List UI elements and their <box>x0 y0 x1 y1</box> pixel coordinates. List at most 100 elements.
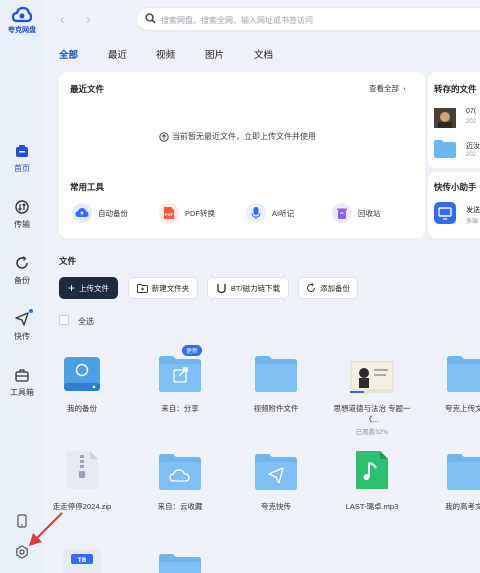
annotation-arrow-icon <box>29 512 63 546</box>
view-all-link[interactable]: 查看全部 › <box>369 83 406 94</box>
saved-item-2-date: 202 <box>466 152 477 158</box>
file-name: 走走停停2024.zip <box>52 502 112 511</box>
plus-icon: + <box>67 281 75 295</box>
upload-button[interactable]: + 上传文件 <box>59 277 118 299</box>
video-thumbnail[interactable] <box>434 108 456 128</box>
file-item[interactable] <box>158 553 202 573</box>
video-thumbnail-icon <box>327 349 417 393</box>
file-name: 我的备份 <box>67 404 97 413</box>
file-name: 我的高考文 <box>445 502 480 511</box>
folder-icon <box>423 447 480 491</box>
tool-auto-backup[interactable]: 自动备份 <box>72 203 128 223</box>
nav-quick-share-label: 快传 <box>14 332 30 341</box>
saved-files-card: 转存的文件 07( 202 迈汝 202 <box>428 72 480 168</box>
home-icon <box>14 143 30 159</box>
search-icon <box>145 13 156 24</box>
svg-text:PDF: PDF <box>165 212 174 217</box>
file-item[interactable]: LAST-璐卓.mp3 <box>327 447 417 512</box>
microphone-icon <box>246 203 266 223</box>
tool-recycle-bin[interactable]: 回收站 <box>332 203 381 223</box>
file-item[interactable]: 来自：云收藏 <box>135 447 225 512</box>
new-folder-icon <box>136 283 148 293</box>
cloud-folder-icon <box>135 447 225 491</box>
add-backup-button[interactable]: 添加备份 <box>298 277 358 299</box>
quick-share-helper-card: 快传小助手 发送 多端 <box>428 172 480 238</box>
auto-backup-icon <box>72 203 92 223</box>
nav-backup[interactable]: 备份 <box>0 255 44 286</box>
saved-files-title: 转存的文件 <box>434 84 477 94</box>
file-name: 夸克快传 <box>261 502 291 511</box>
file-item[interactable]: 思想道德与法治 专题一《... 已观看32% <box>327 349 417 436</box>
saved-item-2-name: 迈汝 <box>466 143 480 150</box>
select-all-label: 全选 <box>78 317 94 326</box>
file-name: 思想道德与法治 专题一《... <box>333 404 411 424</box>
file-item[interactable]: 走走停停2024.zip <box>37 447 127 512</box>
file-item[interactable]: 视频附件文件 <box>231 349 321 414</box>
toolbox-icon <box>14 367 30 383</box>
nav-backup-label: 备份 <box>14 276 30 285</box>
nav-home[interactable]: 首页 <box>0 143 44 174</box>
files-title: 文件 <box>59 256 77 266</box>
backup-drive-icon <box>37 349 127 393</box>
search-placeholder: 搜索网盘、搜索全网、输入网址或书签访问 <box>161 16 313 25</box>
file-item[interactable]: 夸克上传文 <box>423 349 480 414</box>
recent-title: 最近文件 <box>70 84 105 94</box>
app-logo[interactable]: 夸克网盘 <box>4 6 40 35</box>
nav-transfer-label: 传输 <box>14 220 30 229</box>
notification-dot <box>29 309 33 313</box>
saved-item-1-name: 07( <box>466 108 477 115</box>
image-file-icon: TB <box>63 549 101 573</box>
tab-video[interactable]: 视频 <box>156 47 175 61</box>
bt-magnet-download-button[interactable]: BT/磁力链下载 <box>207 277 289 299</box>
file-item[interactable]: 更新 来自：分享 <box>135 345 225 414</box>
magnet-icon <box>217 283 226 293</box>
forward-arrow-icon[interactable]: › <box>86 11 91 27</box>
file-item[interactable]: TB <box>62 548 102 573</box>
file-item[interactable]: 夸克快传 <box>231 447 321 512</box>
upload-circle-icon <box>159 131 169 142</box>
folder-icon <box>423 349 480 393</box>
file-item[interactable]: 我的备份 <box>37 349 127 414</box>
saved-item-1-date: 202 <box>466 119 477 125</box>
file-name: 夸克上传文 <box>445 404 480 413</box>
nav-home-label: 首页 <box>14 164 30 173</box>
backup-icon <box>14 255 30 271</box>
file-item[interactable]: 我的高考文 <box>423 447 480 512</box>
saved-folder-icon[interactable] <box>434 140 456 158</box>
tab-documents[interactable]: 文档 <box>254 47 273 61</box>
cloud-logo-icon <box>12 6 32 23</box>
tab-recent[interactable]: 最近 <box>108 47 127 61</box>
helper-monitor-icon[interactable] <box>434 202 456 224</box>
recent-tools-card: 最近文件 查看全部 › 当前暂无最近文件，立即上传文件并使用 常用工具 自动备份… <box>59 72 425 238</box>
zip-file-icon <box>37 447 127 491</box>
tool-ai-notes[interactable]: AI听记 <box>246 203 294 223</box>
audio-file-icon <box>327 447 417 491</box>
trash-icon <box>332 203 352 223</box>
backup-refresh-icon <box>307 283 315 292</box>
tools-title: 常用工具 <box>70 182 105 192</box>
tab-all[interactable]: 全部 <box>59 47 78 61</box>
top-bar: ‹ › 搜索网盘、搜索全网、输入网址或书签访问 <box>44 0 480 38</box>
tool-pdf-convert[interactable]: PDF PDF转换 <box>159 203 215 223</box>
nav-quick-share[interactable]: 快传 <box>0 309 44 342</box>
new-folder-button[interactable]: 新建文件夹 <box>128 277 198 299</box>
shared-folder-icon: 更新 <box>135 345 225 393</box>
folder-icon <box>231 349 321 393</box>
watch-progress: 已观看32% <box>355 429 389 436</box>
file-name: 来自：分享 <box>161 404 199 413</box>
update-badge: 更新 <box>182 345 203 356</box>
select-all-checkbox[interactable] <box>59 315 69 325</box>
helper-title: 快传小助手 <box>434 182 477 192</box>
file-name: 视频附件文件 <box>253 404 299 413</box>
file-name: 来自：云收藏 <box>157 502 203 511</box>
helper-line1: 发送 <box>466 207 480 214</box>
logo-text: 夸克网盘 <box>8 27 36 34</box>
helper-line2: 多端 <box>466 219 479 225</box>
search-input[interactable]: 搜索网盘、搜索全网、输入网址或书签访问 <box>136 7 480 31</box>
back-arrow-icon[interactable]: ‹ <box>60 11 65 27</box>
nav-transfer[interactable]: 传输 <box>0 199 44 230</box>
quick-share-folder-icon <box>231 447 321 491</box>
svg-text:TB: TB <box>78 557 87 564</box>
tab-images[interactable]: 图片 <box>205 47 224 61</box>
file-name: LAST-璐卓.mp3 <box>345 502 399 511</box>
